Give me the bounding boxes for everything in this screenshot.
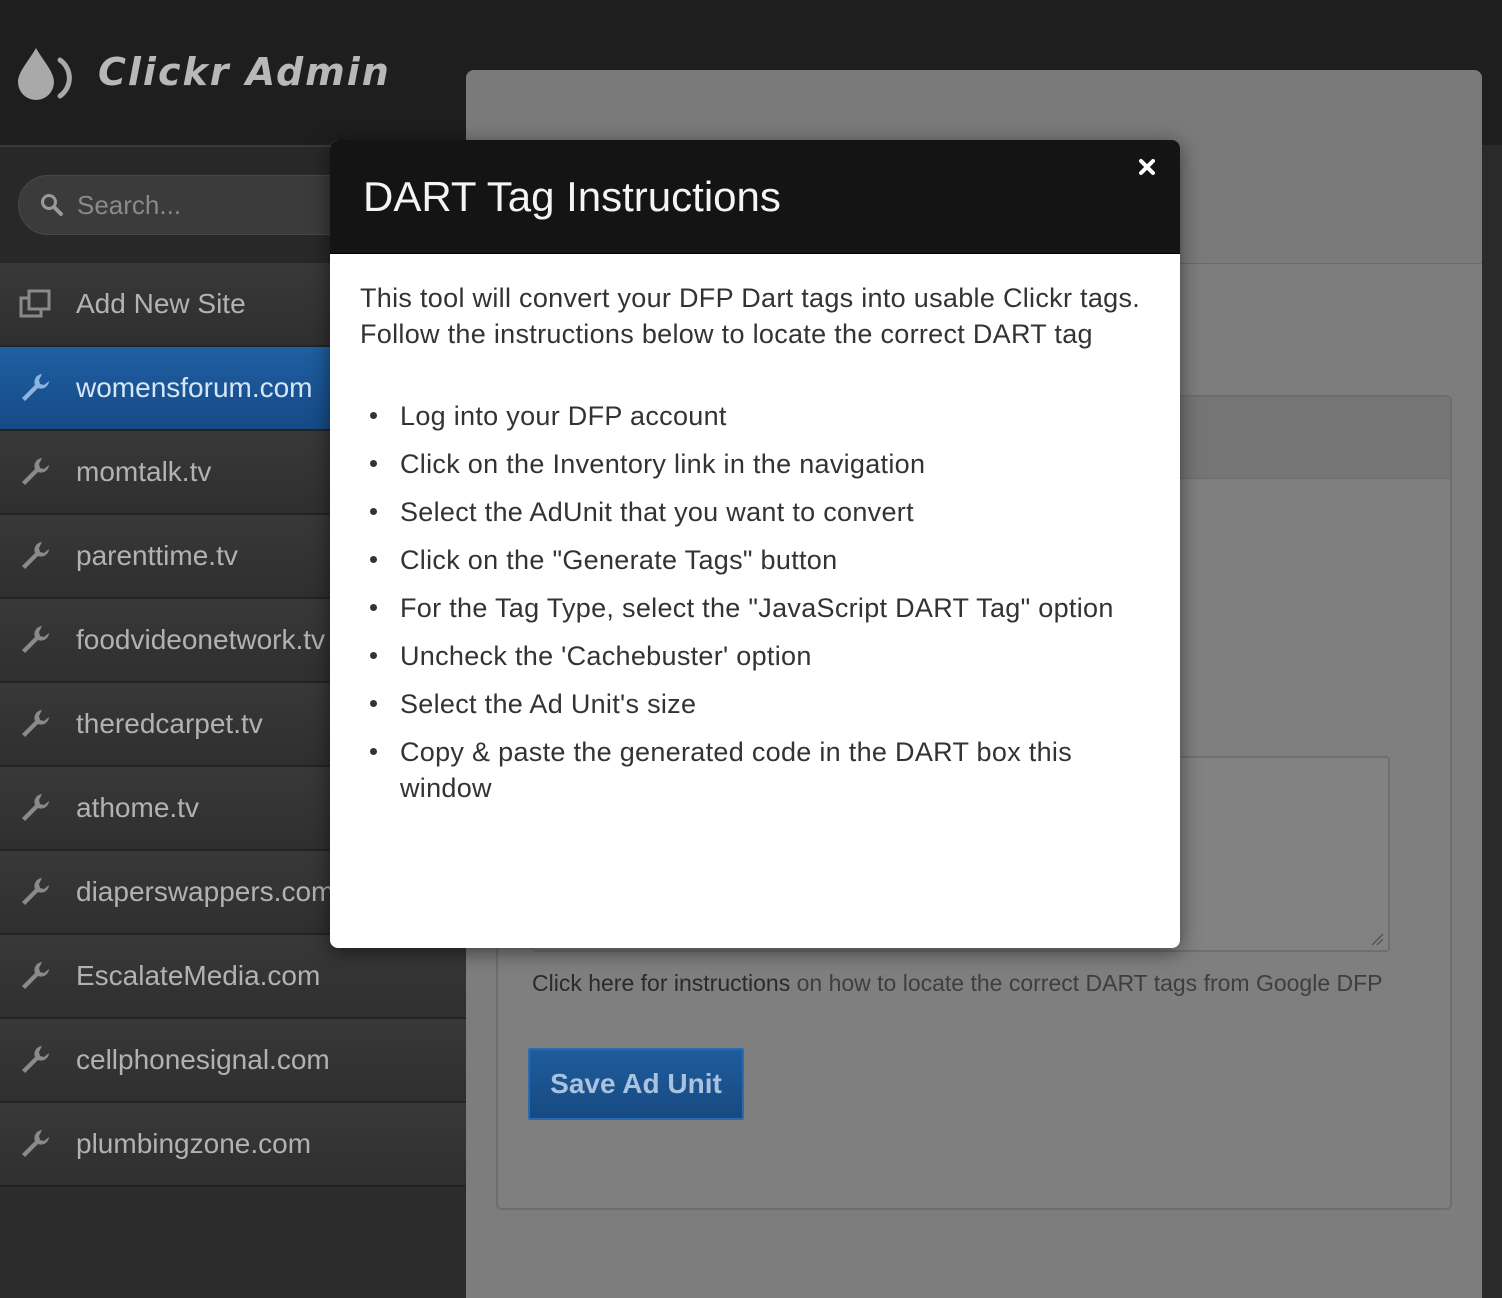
list-item: Uncheck the 'Cachebuster' option	[360, 638, 1170, 674]
modal-body: This tool will convert your DFP Dart tag…	[360, 280, 1170, 818]
list-item: Log into your DFP account	[360, 398, 1170, 434]
dart-instructions-modal: DART Tag Instructions This tool will con…	[330, 140, 1180, 948]
list-item: Select the Ad Unit's size	[360, 686, 1170, 722]
list-item: Click on the "Generate Tags" button	[360, 542, 1170, 578]
list-item: Click on the Inventory link in the navig…	[360, 446, 1170, 482]
modal-intro: This tool will convert your DFP Dart tag…	[360, 283, 1141, 349]
list-item: Copy & paste the generated code in the D…	[360, 734, 1140, 806]
instruction-list: Log into your DFP account Click on the I…	[360, 398, 1170, 806]
list-item: For the Tag Type, select the "JavaScript…	[360, 590, 1170, 626]
list-item: Select the AdUnit that you want to conve…	[360, 494, 1170, 530]
modal-header: DART Tag Instructions	[330, 140, 1180, 254]
modal-title: DART Tag Instructions	[363, 173, 781, 220]
modal-close-button[interactable]	[1134, 154, 1160, 180]
close-icon	[1139, 159, 1155, 175]
